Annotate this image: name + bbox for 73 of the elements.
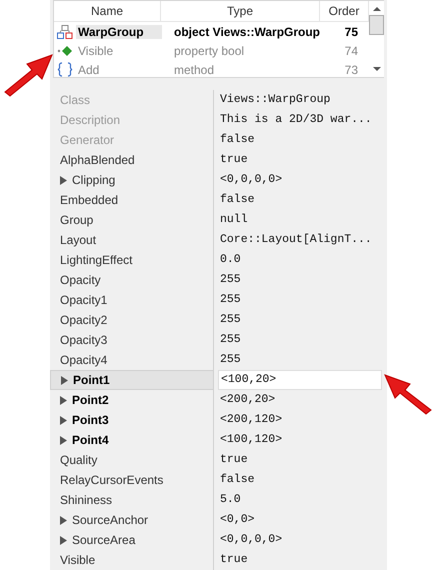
class-icon xyxy=(57,24,73,38)
property-name[interactable]: Group xyxy=(50,210,214,230)
column-header[interactable]: Type xyxy=(161,1,320,21)
property-value: true xyxy=(219,552,249,568)
property-value: false xyxy=(219,192,256,208)
property-name[interactable]: Opacity2 xyxy=(50,310,214,330)
property-value: 5.0 xyxy=(219,492,242,508)
property-value: false xyxy=(219,472,256,488)
member-name: Visible xyxy=(77,44,114,58)
property-value: Core::Layout[AlignT... xyxy=(219,232,373,248)
property-value: <0,0,0,0> xyxy=(219,532,284,548)
scroll-up-icon[interactable] xyxy=(372,6,380,11)
member-type: object Views::WarpGroup xyxy=(173,24,322,38)
property-value: <100,120> xyxy=(219,432,284,448)
property-value: <200,20> xyxy=(219,392,276,408)
property-value: 255 xyxy=(219,292,242,308)
property-value: true xyxy=(219,452,249,468)
column-header[interactable]: Name xyxy=(54,1,161,21)
property-name[interactable]: Shininess xyxy=(50,490,214,510)
property-name[interactable]: SourceArea xyxy=(50,530,214,550)
annotation-arrow-icon xyxy=(2,52,54,98)
property-value: true xyxy=(219,152,249,168)
braces-icon xyxy=(57,62,73,77)
property-value: 255 xyxy=(219,312,242,328)
property-value: 0.0 xyxy=(219,252,242,268)
property-name[interactable]: Visible xyxy=(50,550,214,570)
property-name[interactable]: Layout xyxy=(50,230,214,250)
scroll-thumb[interactable] xyxy=(369,15,384,35)
property-name[interactable]: AlphaBlended xyxy=(50,150,214,170)
scroll-down-icon[interactable] xyxy=(372,67,380,72)
property-value: 255 xyxy=(219,272,242,288)
property-name[interactable]: Quality xyxy=(50,450,214,470)
property-name[interactable]: Point3 xyxy=(50,410,214,430)
member-order: 75 xyxy=(344,24,358,38)
property-name[interactable]: Embedded xyxy=(50,190,214,210)
value-field[interactable]: <100,20> xyxy=(218,370,382,390)
property-name[interactable]: Opacity1 xyxy=(50,290,214,310)
member-order: 74 xyxy=(344,44,358,58)
expand-icon[interactable] xyxy=(60,176,67,184)
member-order: 73 xyxy=(344,62,358,76)
expand-icon[interactable] xyxy=(60,436,67,444)
expand-icon[interactable] xyxy=(61,376,68,384)
property-name[interactable]: Point2 xyxy=(50,390,214,410)
property-value: This is a 2D/3D war... xyxy=(219,112,373,128)
property-icon xyxy=(57,44,73,56)
property-name[interactable]: Opacity3 xyxy=(50,330,214,350)
property-name[interactable]: SourceAnchor xyxy=(50,510,214,530)
member-type: property bool xyxy=(173,44,246,58)
property-name[interactable]: Point1 xyxy=(50,370,214,390)
expand-icon[interactable] xyxy=(60,396,67,404)
property-name[interactable]: LightingEffect xyxy=(50,250,214,270)
property-name[interactable]: Point4 xyxy=(50,430,214,450)
property-value: 255 xyxy=(219,352,242,368)
member-row[interactable]: WarpGroup object Views::WarpGroup 75 xyxy=(54,22,369,41)
property-name[interactable]: Opacity xyxy=(50,270,214,290)
property-value: <0,0,0,0> xyxy=(219,172,284,188)
member-name: Add xyxy=(77,62,100,76)
property-value: false xyxy=(219,132,256,148)
property-value: Views::WarpGroup xyxy=(219,92,332,108)
property-value: <200,120> xyxy=(219,412,284,428)
member-type: method xyxy=(173,62,216,76)
property-value: <0,0> xyxy=(219,512,256,528)
property-value: null xyxy=(219,212,249,228)
member-row[interactable]: Visible property bool 74 xyxy=(54,41,369,60)
scrollbar[interactable] xyxy=(369,1,384,77)
property-value: 255 xyxy=(219,332,242,348)
property-name[interactable]: Clipping xyxy=(50,170,214,190)
expand-icon[interactable] xyxy=(60,416,67,424)
member-row[interactable]: Add method 73 xyxy=(54,60,369,79)
expand-icon[interactable] xyxy=(60,516,67,524)
property-name[interactable]: RelayCursorEvents xyxy=(50,470,214,490)
expand-icon[interactable] xyxy=(60,536,67,544)
member-name: WarpGroup xyxy=(76,24,162,38)
